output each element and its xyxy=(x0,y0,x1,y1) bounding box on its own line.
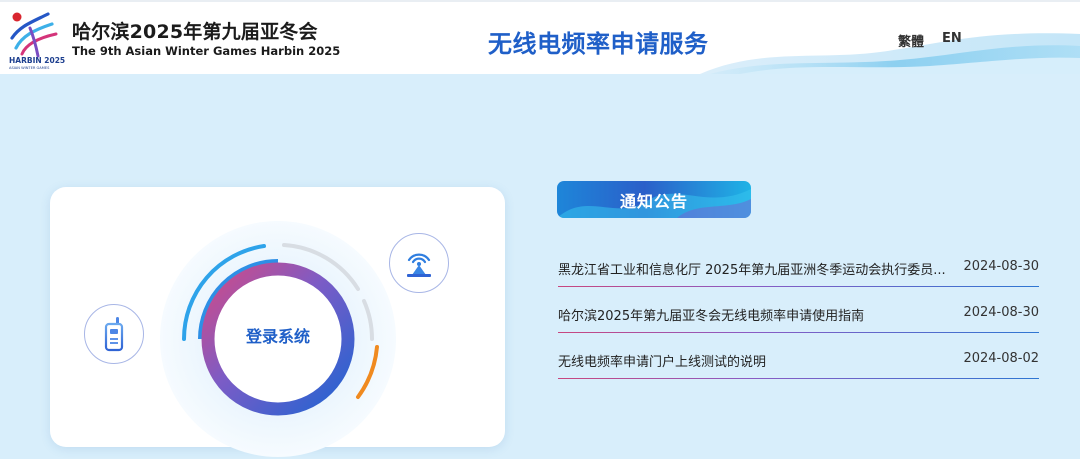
notice-item-title[interactable]: 黑龙江省工业和信息化厅 2025年第九届亚洲冬季运动会执行委员... xyxy=(558,259,948,278)
login-card: 登录系统 xyxy=(50,187,505,457)
notice-item-divider xyxy=(558,286,1039,287)
notice-item-divider xyxy=(558,332,1039,333)
login-system-button[interactable]: 登录系统 xyxy=(225,287,331,383)
signal-tower-icon xyxy=(389,233,449,293)
notice-item[interactable]: 无线电频率申请门户上线测试的说明 2024-08-02 xyxy=(558,343,1039,379)
notice-section-title: 通知公告 xyxy=(619,191,688,211)
notice-item-divider xyxy=(558,378,1039,379)
notice-item[interactable]: 黑龙江省工业和信息化厅 2025年第九届亚洲冬季运动会执行委员... 2024-… xyxy=(558,251,1039,287)
logo-caption: HARBIN 2025 xyxy=(9,56,65,65)
lang-english-link[interactable]: EN xyxy=(942,31,962,46)
notice-item-date: 2024-08-30 xyxy=(963,305,1039,320)
walkie-talkie-icon xyxy=(84,304,144,364)
notice-item-title[interactable]: 无线电频率申请门户上线测试的说明 xyxy=(558,351,948,370)
notice-item-date: 2024-08-30 xyxy=(963,259,1039,274)
event-name-en: The 9th Asian Winter Games Harbin 2025 xyxy=(72,44,341,58)
notice-item-title[interactable]: 哈尔滨2025年第九届亚冬会无线电频率申请使用指南 xyxy=(558,305,948,324)
notice-section-tab[interactable]: 通知公告 xyxy=(557,181,751,218)
site-title: 无线电频率申请服务 xyxy=(488,30,709,58)
notice-item[interactable]: 哈尔滨2025年第九届亚冬会无线电频率申请使用指南 2024-08-30 xyxy=(558,297,1039,333)
harbin-2025-logo[interactable]: HARBIN 2025 ASIAN WINTER GAMES xyxy=(8,8,66,70)
site-header: HARBIN 2025 ASIAN WINTER GAMES 哈尔滨2025年第… xyxy=(0,0,1080,74)
lang-traditional-link[interactable]: 繁體 xyxy=(898,31,924,50)
notice-item-date: 2024-08-02 xyxy=(963,351,1039,366)
logo-subcaption: ASIAN WINTER GAMES xyxy=(9,66,50,70)
event-name-cn: 哈尔滨2025年第九届亚冬会 xyxy=(72,21,318,43)
